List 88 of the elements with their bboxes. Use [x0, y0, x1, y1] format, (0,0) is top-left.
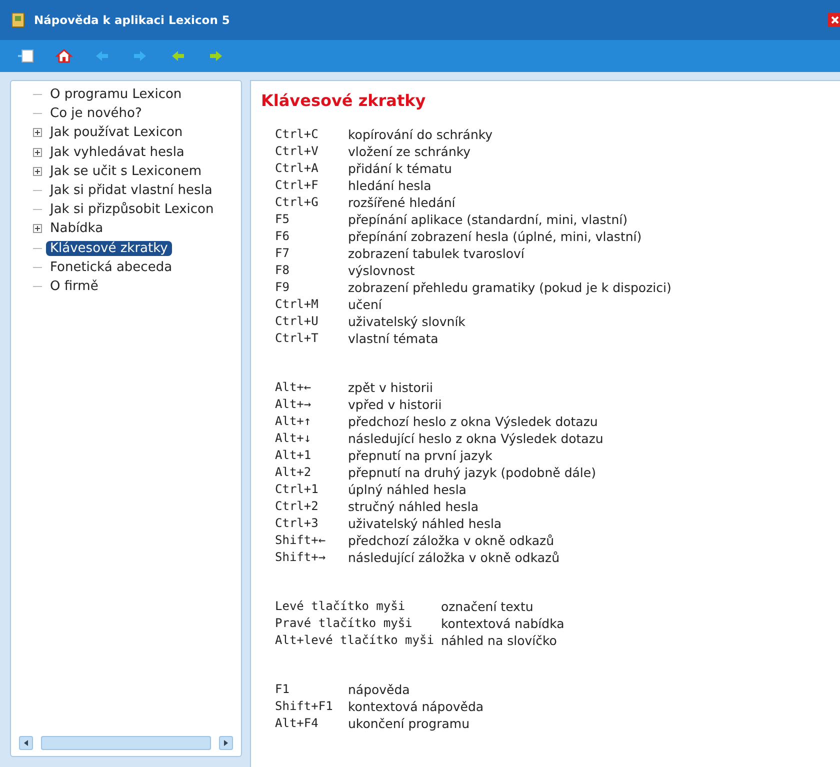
shortcut-key: Alt+1	[275, 447, 341, 464]
shortcut-key: F9	[275, 279, 341, 296]
expand-icon[interactable]	[33, 128, 42, 138]
shortcut-key: Ctrl+2	[275, 498, 341, 515]
shortcut-description: kontextová nápověda	[348, 698, 484, 715]
shortcut-key: Ctrl+1	[275, 481, 341, 498]
shortcut-description: následující heslo z okna Výsledek dotazu	[348, 430, 604, 447]
shortcut-key: F8	[275, 262, 341, 279]
tree-item[interactable]: O programu Lexicon	[46, 87, 186, 102]
tree-item[interactable]: Jak se učit s Lexiconem	[46, 164, 206, 179]
shortcut-description: přidání k tématu	[348, 160, 453, 177]
shortcut-description: přepnutí na první jazyk	[348, 447, 494, 464]
tree-item[interactable]: Jak si přidat vlastní hesla	[46, 183, 216, 198]
shortcut-key: F7	[275, 245, 341, 262]
shortcut-key: Ctrl+G	[275, 194, 341, 211]
tree-item[interactable]: Fonetická abeceda	[46, 260, 176, 275]
tree-item[interactable]: Nabídka	[46, 221, 108, 236]
shortcut-description: označení textu	[440, 598, 534, 615]
shortcut-key: F5	[275, 211, 341, 228]
shortcut-key: Shift+→	[275, 549, 341, 566]
shortcut-description: předchozí heslo z okna Výsledek dotazu	[348, 413, 599, 430]
shortcut-description: kontextová nabídka	[440, 615, 564, 632]
expand-icon[interactable]	[33, 148, 42, 157]
tree-item[interactable]: Jak si přizpůsobit Lexicon	[46, 202, 218, 218]
shortcut-description: vložení ze schránky	[348, 143, 472, 160]
expand-icon[interactable]	[33, 166, 42, 176]
shortcut-key: Alt+↓	[275, 430, 341, 447]
horizontal-scrollbar[interactable]	[19, 736, 233, 750]
scroll-left-button[interactable]	[19, 736, 33, 750]
shortcut-key: Ctrl+M	[275, 296, 341, 313]
shortcut-description: zpět v historii	[348, 379, 434, 396]
shortcut-key: Ctrl+U	[275, 313, 341, 330]
shortcut-key: F6	[275, 228, 341, 245]
window-title: Nápověda k aplikaci Lexicon 5	[34, 13, 231, 27]
shortcut-key: Levé tlačítko myši	[275, 598, 434, 615]
tree-item[interactable]: O firmě	[46, 278, 102, 294]
caret-left-icon	[23, 740, 29, 746]
shortcut-description: vpřed v historii	[348, 396, 443, 413]
shortcut-key: Alt+→	[275, 396, 341, 413]
home-icon	[55, 47, 73, 65]
shortcut-key: Ctrl+C	[275, 126, 341, 143]
shortcut-key: Pravé tlačítko myši	[275, 615, 434, 632]
expand-icon[interactable]	[33, 224, 42, 234]
shortcut-description: náhled na slovíčko	[440, 632, 558, 649]
shortcut-description: zobrazení tabulek tvarosloví	[348, 245, 526, 262]
shortcut-description: učení	[348, 296, 383, 313]
shortcut-description: zobrazení přehledu gramatiky (pokud je k dispozici)	[348, 279, 672, 296]
shortcut-description: uživatelský slovník	[348, 313, 466, 330]
shortcut-key: Ctrl+V	[275, 143, 341, 160]
shortcut-key: Ctrl+A	[275, 160, 341, 177]
close-button[interactable]	[828, 13, 840, 27]
shortcut-description: přepínání zobrazení hesla (úplné, mini, vlastní)	[348, 228, 643, 245]
tree-item[interactable]: Klávesové zkratky	[46, 240, 172, 256]
shortcut-key: Alt+2	[275, 464, 341, 481]
shortcut-key: F1	[275, 681, 341, 698]
scroll-right-button[interactable]	[219, 736, 233, 750]
shortcut-description: úplný náhled hesla	[348, 481, 468, 498]
shortcut-key: Alt+↑	[275, 413, 341, 430]
page-heading: Klávesové zkratky	[261, 91, 427, 110]
shortcut-description: kopírování do schránky	[348, 126, 494, 143]
shortcut-description: vlastní témata	[348, 330, 440, 347]
shortcut-description: rozšířené hledání	[348, 194, 456, 211]
shortcut-description: nápověda	[348, 681, 411, 698]
shortcut-description: uživatelský náhled hesla	[348, 515, 503, 532]
caret-right-icon	[223, 740, 229, 746]
shortcut-description: přepínání aplikace (standardní, mini, vlastní)	[348, 211, 628, 228]
shortcut-description: hledání hesla	[348, 177, 432, 194]
shortcut-description: stručný náhled hesla	[348, 498, 480, 515]
panel-icon	[17, 47, 35, 65]
shortcut-description: předchozí záložka v okně odkazů	[348, 532, 556, 549]
shortcut-description: následující záložka v okně odkazů	[348, 549, 561, 566]
shortcut-description: výslovnost	[348, 262, 416, 279]
tree-item[interactable]: Co je nového?	[46, 106, 146, 122]
tree-item[interactable]: Jak používat Lexicon	[46, 125, 187, 140]
shortcut-key: Ctrl+3	[275, 515, 341, 532]
tree-item[interactable]: Jak vyhledávat hesla	[46, 144, 188, 160]
shortcut-key: Alt+←	[275, 379, 341, 396]
scrollbar-thumb[interactable]	[41, 736, 211, 750]
shortcut-key: Ctrl+F	[275, 177, 341, 194]
close-icon	[830, 15, 840, 25]
shortcut-key: Shift+F1	[275, 698, 341, 715]
shortcut-description: ukončení programu	[348, 715, 470, 732]
shortcut-key: Shift+←	[275, 532, 341, 549]
shortcut-description: přepnutí na druhý jazyk (podobně dále)	[348, 464, 597, 481]
shortcut-key: Alt+F4	[275, 715, 341, 732]
shortcut-key: Alt+levé tlačítko myši	[275, 632, 434, 649]
shortcut-key: Ctrl+T	[275, 330, 341, 347]
book-icon	[10, 12, 26, 28]
